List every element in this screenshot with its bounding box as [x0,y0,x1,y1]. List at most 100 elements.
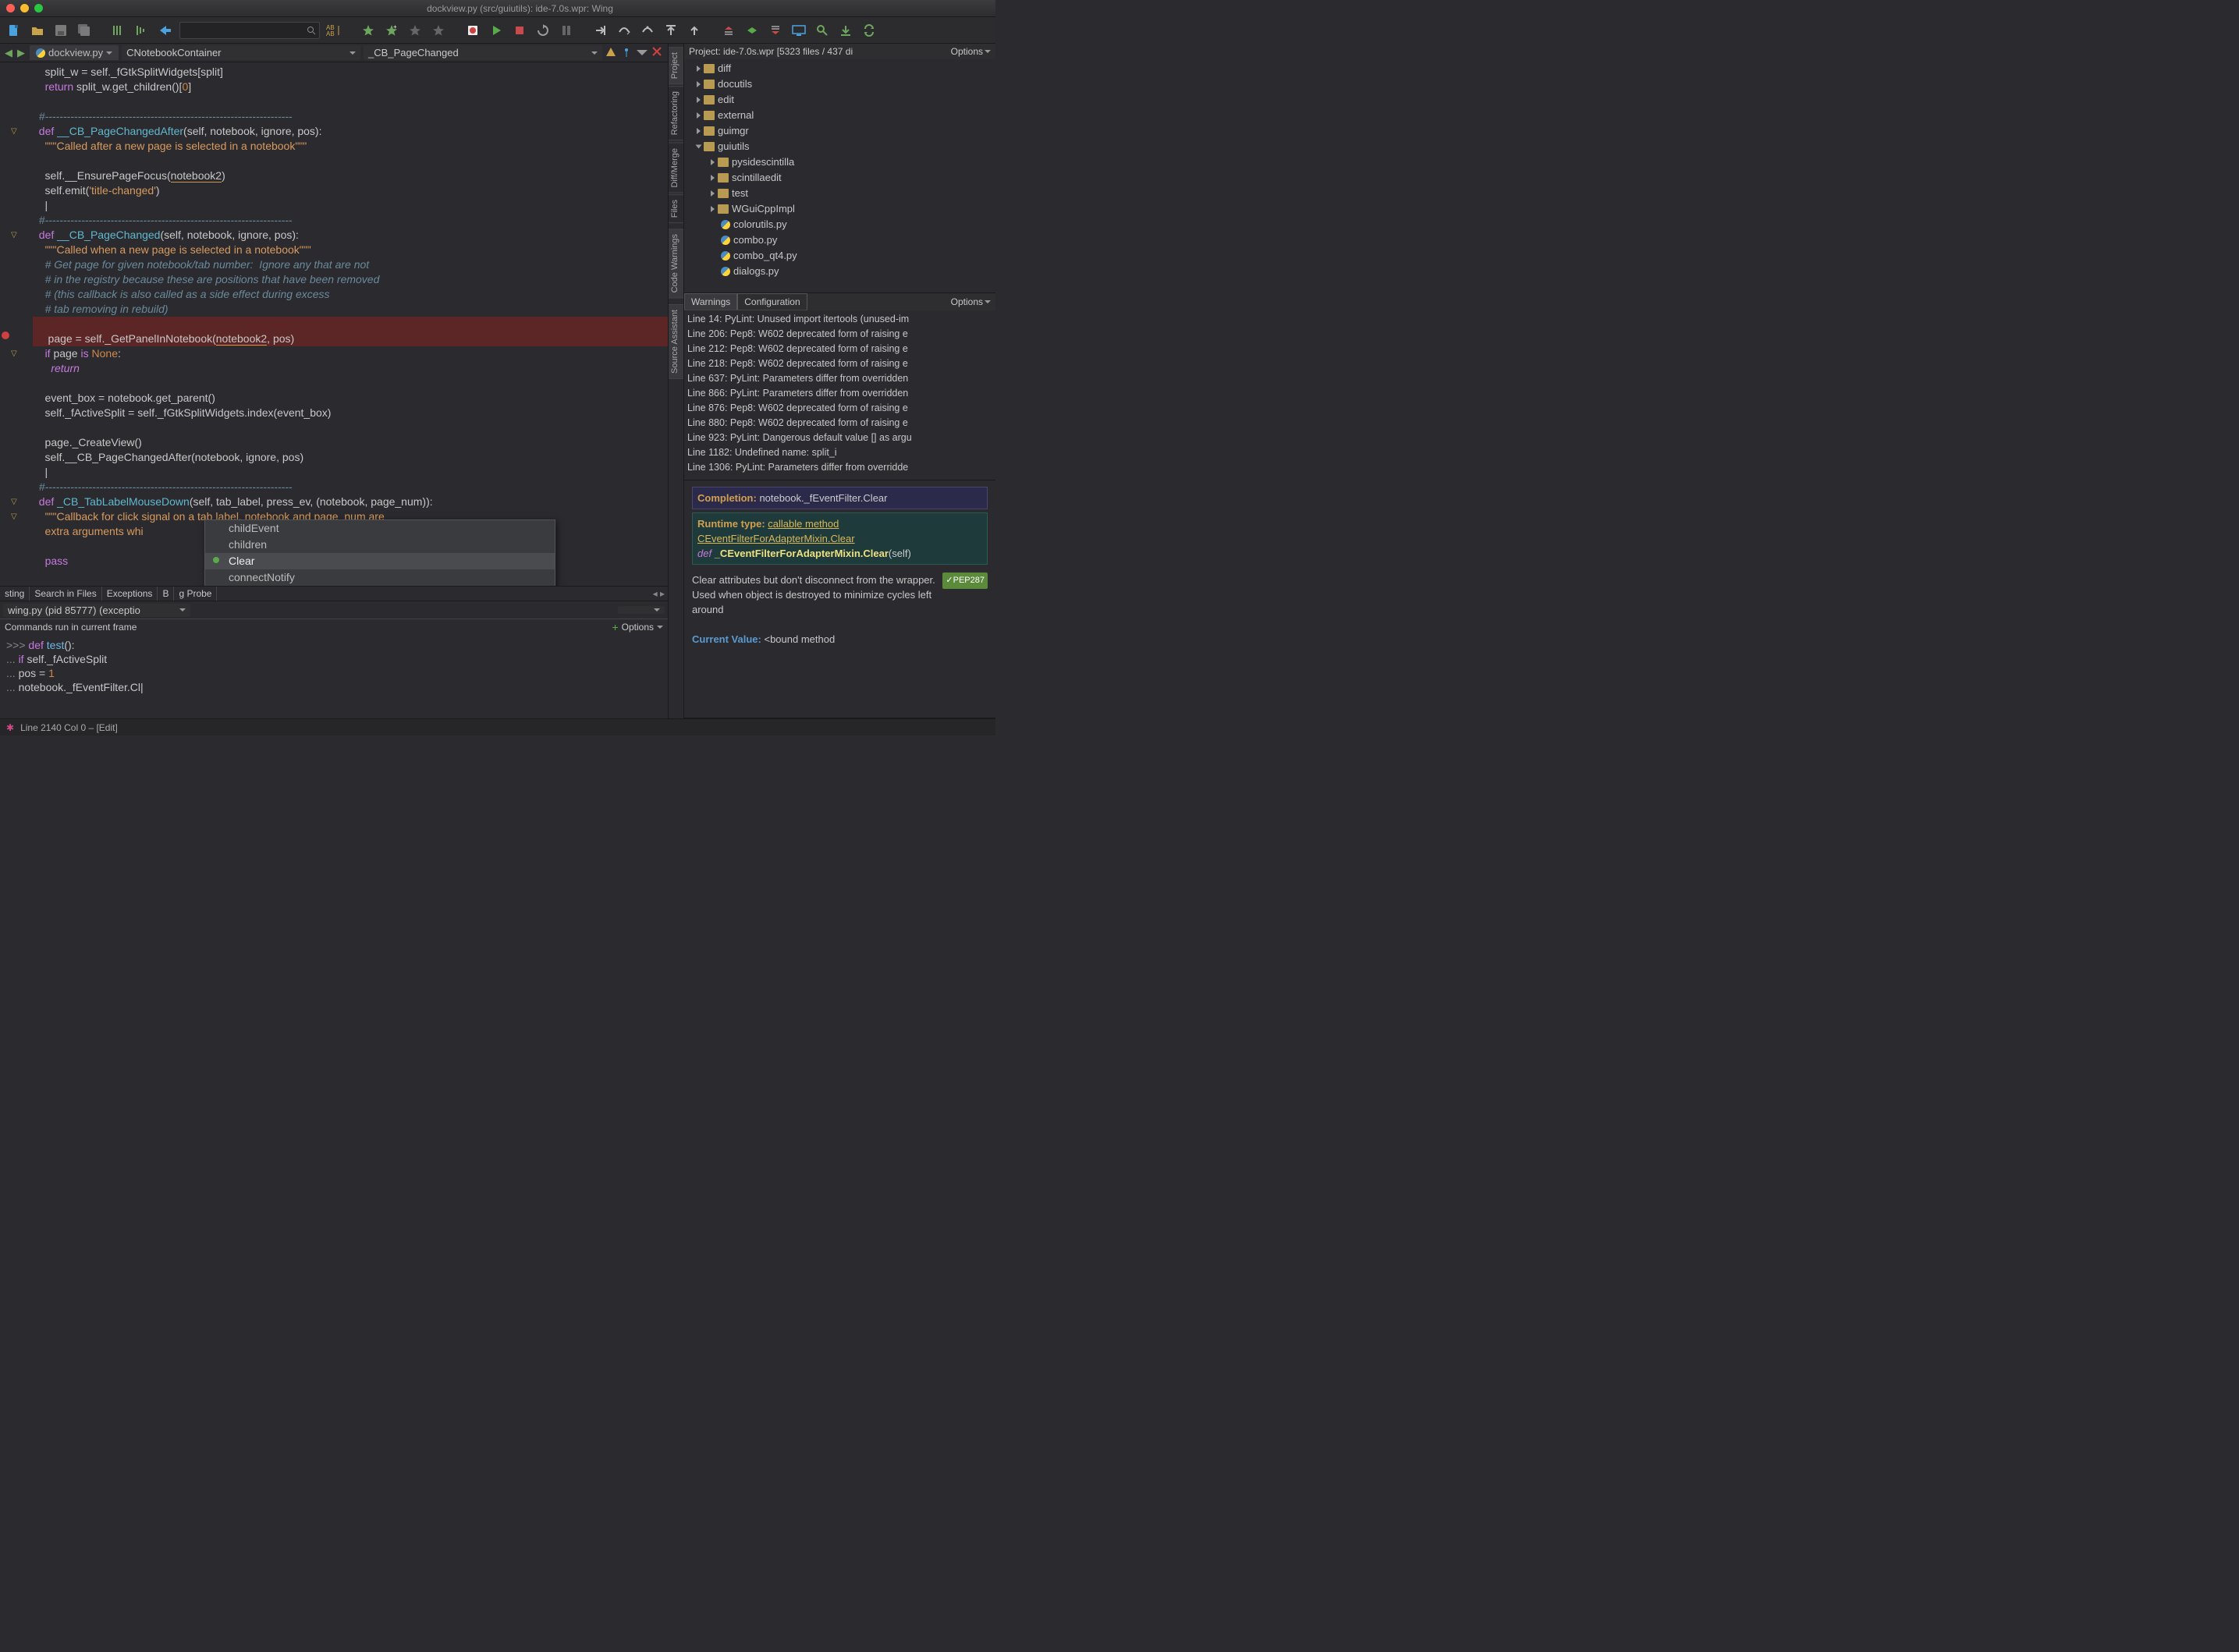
disclosure-triangle-icon[interactable] [711,159,715,165]
warning-row[interactable]: Line 218: Pep8: W602 deprecated form of … [687,356,992,371]
pause-icon[interactable] [557,21,576,40]
shell-output[interactable]: >>> def test():... if self._fActiveSplit… [0,635,668,697]
warning-row[interactable]: Line 1306: PyLint: Parameters differ fro… [687,460,992,475]
open-file-icon[interactable] [28,21,47,40]
tree-row[interactable]: edit [687,92,992,108]
warnings-list[interactable]: Line 14: PyLint: Unused import itertools… [684,310,995,477]
search-input[interactable] [179,22,320,39]
restart-icon[interactable] [534,21,552,40]
warnings-tab[interactable]: Warnings [684,293,737,310]
file-tab[interactable]: dockview.py [30,45,119,60]
stop-icon[interactable] [510,21,529,40]
tree-row[interactable]: external [687,108,992,123]
find-replace-icon[interactable]: ABAB [325,21,343,40]
bottom-tab-nav[interactable]: ◂ ▸ [650,587,668,601]
tree-row[interactable]: WGuiCppImpl [687,201,992,217]
disclosure-triangle-icon[interactable] [711,206,715,212]
save-icon[interactable] [51,21,70,40]
tab-fwd-icon[interactable]: ▶ [16,47,27,59]
tree-row[interactable]: colorutils.py [687,217,992,232]
bookmark-add-icon[interactable]: + [382,21,401,40]
show-monitor-icon[interactable] [790,21,808,40]
autocomplete-item[interactable]: childEvent [205,520,555,537]
vertical-tab[interactable]: Diff/Merge [669,143,683,193]
disclosure-triangle-icon[interactable] [697,112,701,119]
warning-row[interactable]: Line 923: PyLint: Dangerous default valu… [687,431,992,445]
tree-row[interactable]: dialogs.py [687,264,992,279]
fold-marker-icon[interactable]: ▽ [11,124,17,139]
stack-current-icon[interactable] [743,21,761,40]
bottom-tab[interactable]: sting [0,587,30,601]
project-tree[interactable]: diffdocutilseditexternalguimgrguiutilspy… [684,59,995,281]
bookmark-prev-icon[interactable] [406,21,424,40]
stack-down-icon[interactable] [766,21,785,40]
warning-row[interactable]: Line 206: Pep8: W602 deprecated form of … [687,327,992,342]
dedent-icon[interactable] [133,21,151,40]
fold-marker-icon[interactable]: ▽ [11,495,17,509]
disclosure-triangle-icon[interactable] [697,81,701,87]
vertical-tab[interactable]: Project [669,47,683,84]
warning-row[interactable]: Line 880: Pep8: W602 deprecated form of … [687,416,992,431]
autocomplete-item[interactable]: children [205,537,555,553]
tree-row[interactable]: docutils [687,76,992,92]
options-menu-icon[interactable] [637,47,649,59]
sync-icon[interactable] [860,21,878,40]
bottom-tab[interactable]: Search in Files [30,587,101,601]
zoom-window-icon[interactable] [34,4,43,12]
autocomplete-item[interactable]: connectNotify [205,569,555,586]
tree-row[interactable]: test [687,186,992,201]
warnings-options-button[interactable]: Options [951,296,991,307]
function-selector[interactable]: _CB_PageChanged [364,45,602,60]
step-out-icon[interactable] [662,21,680,40]
disclosure-triangle-icon[interactable] [697,128,701,134]
console-options-button[interactable]: + Options [612,621,663,633]
fold-marker-icon[interactable]: ▽ [11,228,17,243]
fold-marker-icon[interactable]: ▽ [11,509,17,524]
frame-selector[interactable] [618,606,665,614]
bottom-tab[interactable]: g Probe [174,587,217,601]
class-selector[interactable]: CNotebookContainer [122,45,360,60]
warning-row[interactable]: Line 876: Pep8: W602 deprecated form of … [687,401,992,416]
breakpoint-marker-icon[interactable] [2,331,9,339]
tree-row[interactable]: combo_qt4.py [687,248,992,264]
search-tool-icon[interactable] [813,21,832,40]
close-window-icon[interactable] [6,4,15,12]
warnings-tab[interactable]: Configuration [737,293,807,310]
step-over-instruction-icon[interactable] [638,21,657,40]
code-editor[interactable]: ▽ ▽ ▽ ▽ ▽ split_w = self._fGtkSplitWidge… [0,62,668,586]
save-all-icon[interactable] [75,21,94,40]
minimize-window-icon[interactable] [20,4,29,12]
warning-row[interactable]: Line 14: PyLint: Unused import itertools… [687,312,992,327]
close-tab-icon[interactable] [652,47,665,59]
disclosure-triangle-icon[interactable] [697,97,701,103]
bottom-tab[interactable]: Exceptions [102,587,158,601]
run-icon[interactable] [487,21,506,40]
tree-row[interactable]: combo.py [687,232,992,248]
vertical-tab[interactable]: Files [669,194,683,223]
warning-row[interactable]: Line 212: Pep8: W602 deprecated form of … [687,342,992,356]
step-into-icon[interactable] [591,21,610,40]
vertical-tab[interactable]: Refactoring [669,86,683,140]
process-selector[interactable]: wing.py (pid 85777) (exceptio [3,604,190,617]
warning-row[interactable]: Line 866: PyLint: Parameters differ from… [687,386,992,401]
vertical-tab[interactable]: Code Warnings [669,229,683,298]
tree-row[interactable]: guiutils [687,139,992,154]
step-over-icon[interactable] [615,21,633,40]
new-file-icon[interactable] [5,21,23,40]
tree-row[interactable]: scintillaedit [687,170,992,186]
tab-back-icon[interactable]: ◀ [3,47,14,59]
download-icon[interactable] [836,21,855,40]
indent-icon[interactable] [109,21,128,40]
anchor-icon[interactable] [621,47,633,59]
tree-row[interactable]: guimgr [687,123,992,139]
disclosure-triangle-icon[interactable] [711,190,715,197]
project-options-button[interactable]: Options [951,46,991,57]
autocomplete-item[interactable]: Clear [205,553,555,569]
bottom-tab[interactable]: B [158,587,174,601]
stack-up-icon[interactable] [719,21,738,40]
bug-icon[interactable]: ✱ [6,722,14,733]
disclosure-triangle-icon[interactable] [711,175,715,181]
step-out-block-icon[interactable] [685,21,704,40]
bookmark-next-icon[interactable] [429,21,448,40]
disclosure-triangle-icon[interactable] [697,66,701,72]
